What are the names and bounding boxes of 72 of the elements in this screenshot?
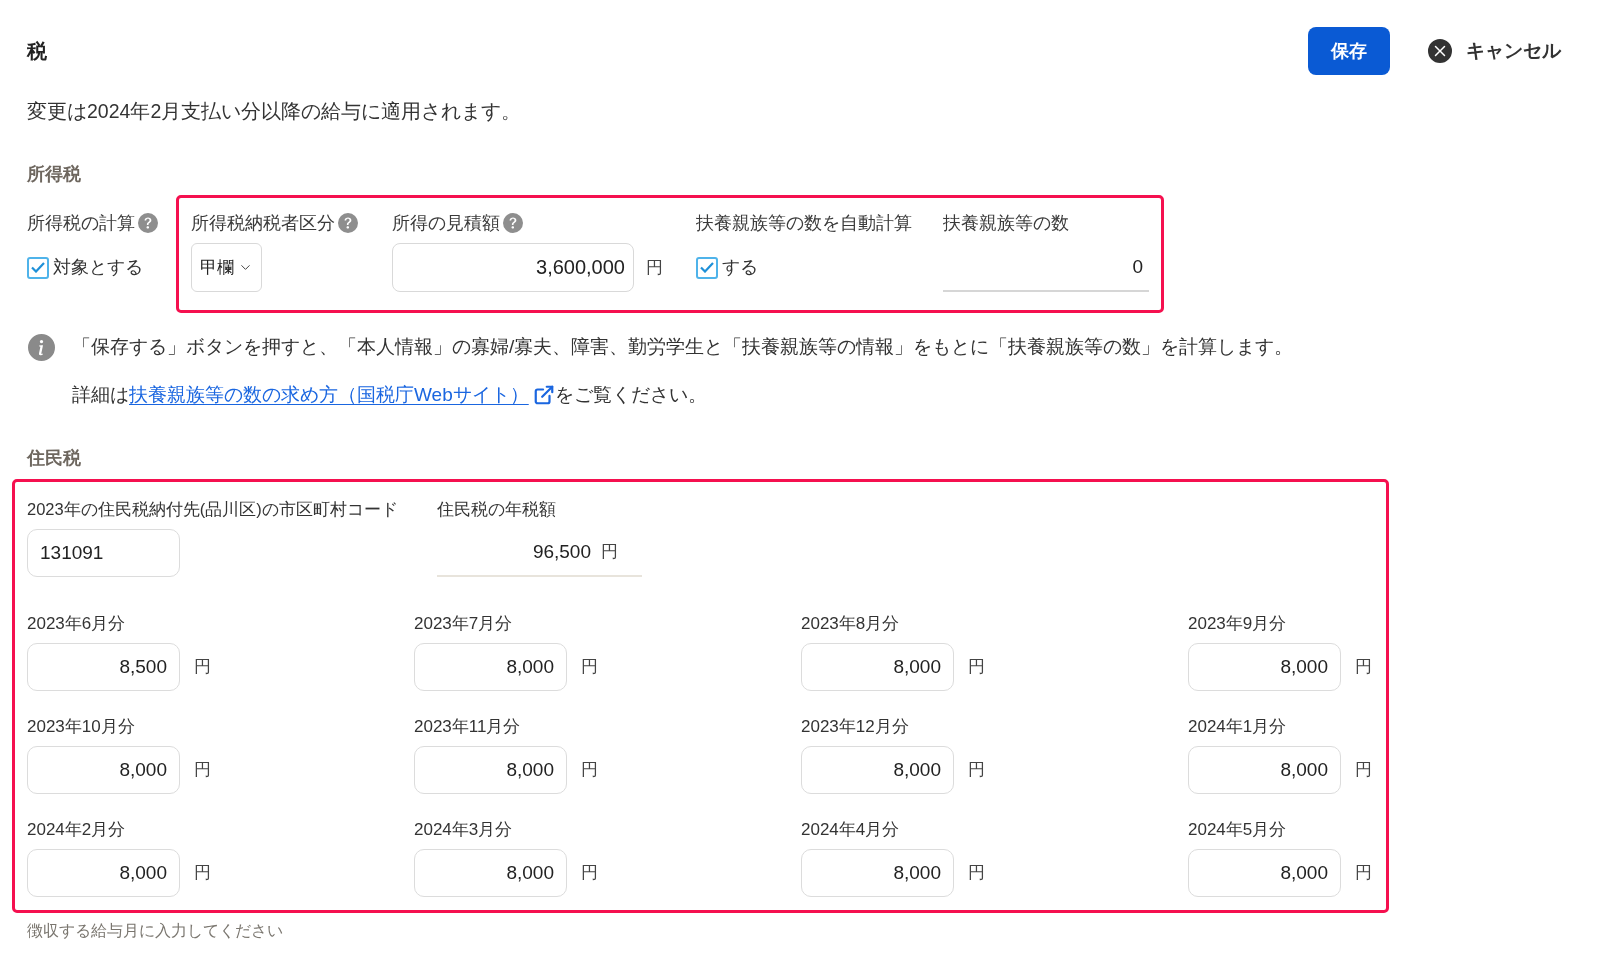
unit-label: 円 xyxy=(194,656,211,679)
unit-label: 円 xyxy=(968,656,985,679)
unit-label: 円 xyxy=(1355,759,1372,782)
help-icon[interactable] xyxy=(338,213,358,233)
save-button[interactable]: 保存 xyxy=(1308,27,1390,75)
field-label: 所得の見積額 xyxy=(392,212,500,235)
unit-label: 円 xyxy=(601,541,618,564)
monthly-amount-field[interactable]: 8,000 xyxy=(27,849,180,897)
month-label: 2023年10月分 xyxy=(27,716,136,738)
cancel-button[interactable]: キャンセル xyxy=(1428,36,1561,66)
section-heading: 住民税 xyxy=(27,447,82,470)
unit-label: 円 xyxy=(968,862,985,885)
tax-agency-link[interactable]: 扶養親族等の数の求め方（国税庁Webサイト） xyxy=(129,382,555,408)
monthly-amount-field[interactable]: 8,000 xyxy=(1188,746,1341,794)
info-icon xyxy=(28,334,55,361)
field-label: 扶養親族等の数 xyxy=(943,212,1069,235)
page-title: 税 xyxy=(27,39,47,64)
monthly-amount-field[interactable]: 8,500 xyxy=(27,643,180,691)
monthly-amount-field[interactable]: 8,000 xyxy=(414,849,567,897)
monthly-amount-field[interactable]: 8,000 xyxy=(414,643,567,691)
month-label: 2023年8月分 xyxy=(801,613,901,635)
hint-text: 徴収する給与月に入力してください xyxy=(27,921,284,941)
month-label: 2023年9月分 xyxy=(1188,613,1288,635)
month-label: 2024年3月分 xyxy=(414,819,514,841)
month-label: 2023年11月分 xyxy=(414,716,522,738)
monthly-amount-field[interactable]: 8,000 xyxy=(801,746,954,794)
unit-label: 円 xyxy=(581,862,598,885)
month-label: 2024年4月分 xyxy=(801,819,901,841)
help-icon[interactable] xyxy=(503,213,523,233)
notice-text: 変更は2024年2月支払い分以降の給与に適用されます。 xyxy=(27,99,523,124)
dependents-count-field[interactable]: 0 xyxy=(943,243,1149,292)
unit-label: 円 xyxy=(1355,862,1372,885)
checkbox-label: する xyxy=(722,256,758,279)
unit-label: 円 xyxy=(194,759,211,782)
month-label: 2023年6月分 xyxy=(27,613,127,635)
unit-label: 円 xyxy=(968,759,985,782)
field-label: 住民税の年税額 xyxy=(437,499,557,520)
section-heading: 所得税 xyxy=(27,163,82,186)
help-icon[interactable] xyxy=(138,213,158,233)
month-label: 2024年2月分 xyxy=(27,819,127,841)
unit-label: 円 xyxy=(194,862,211,885)
checkbox[interactable] xyxy=(27,256,49,279)
category-select[interactable]: 甲欄 xyxy=(191,243,262,292)
monthly-amount-field[interactable]: 8,000 xyxy=(1188,849,1341,897)
unit-label: 円 xyxy=(581,656,598,679)
month-label: 2023年12月分 xyxy=(801,716,910,738)
unit-label: 円 xyxy=(646,256,663,279)
income-amount-field[interactable]: 3,600,000 xyxy=(392,243,634,292)
field-label: 所得税納税者区分 xyxy=(191,212,335,235)
unit-label: 円 xyxy=(1355,656,1372,679)
unit-label: 円 xyxy=(581,759,598,782)
info-text: 「保存する」ボタンを押すと、「本人情報」の寡婦/寡夫、障害、勤労学生と「扶養親族等の情報」をもとに「扶養親族等の数」を計算します。 xyxy=(72,335,1294,359)
monthly-amount-field[interactable]: 8,000 xyxy=(27,746,180,794)
annual-tax-value: 96,500 xyxy=(532,539,591,564)
monthly-amount-field[interactable]: 8,000 xyxy=(801,643,954,691)
check-icon xyxy=(31,262,45,273)
detail-text: 詳細は扶養親族等の数の求め方（国税庁Webサイト） をご覧ください。 xyxy=(72,382,1294,408)
check-icon xyxy=(700,262,714,273)
monthly-amount-field[interactable]: 8,000 xyxy=(1188,643,1341,691)
month-label: 2024年5月分 xyxy=(1188,819,1288,841)
field-label: 扶養親族等の数を自動計算 xyxy=(696,212,912,235)
external-link-icon xyxy=(532,384,555,406)
field-label: 所得税の計算 xyxy=(27,212,135,235)
close-icon xyxy=(1428,39,1452,63)
field-label: 2023年の住民税納付先(品川区)の市区町村コード xyxy=(27,499,399,520)
monthly-amount-field[interactable]: 8,000 xyxy=(801,849,954,897)
month-label: 2023年7月分 xyxy=(414,613,514,635)
monthly-amount-field[interactable]: 8,000 xyxy=(414,746,567,794)
municipality-code-field[interactable]: 131091 xyxy=(27,529,180,577)
checkbox[interactable] xyxy=(696,256,718,279)
checkbox-label: 対象とする xyxy=(53,256,143,279)
month-label: 2024年1月分 xyxy=(1188,716,1288,738)
